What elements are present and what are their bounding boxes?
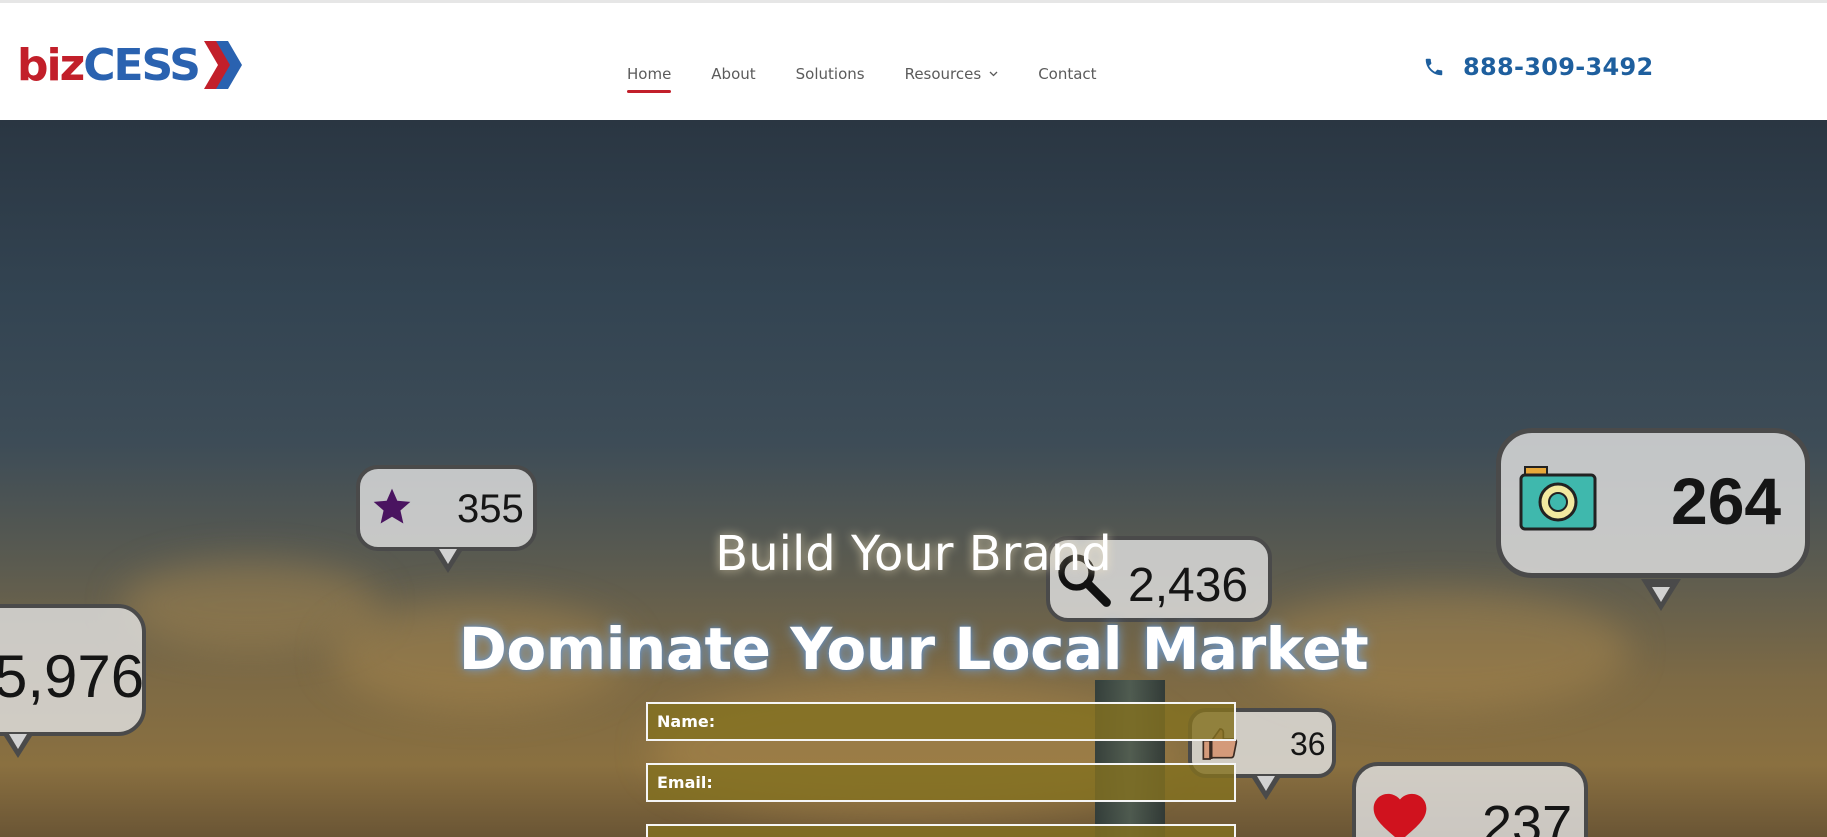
- site-header: biz CESS Home About Solutions Resources …: [0, 3, 1827, 120]
- bubble-tail: [1641, 579, 1681, 611]
- double-chevron-logo-icon: [203, 41, 242, 89]
- nav-label: Solutions: [795, 65, 865, 83]
- star-icon: [373, 488, 411, 524]
- main-nav: Home About Solutions Resources Contact: [627, 65, 1137, 93]
- logo-text-biz: biz: [17, 39, 85, 91]
- nav-item-home[interactable]: Home: [627, 65, 672, 93]
- nav-item-about[interactable]: About: [711, 65, 755, 93]
- heart-count: 237: [1482, 795, 1573, 837]
- site-logo[interactable]: biz CESS: [17, 37, 244, 93]
- hero-title: Dominate Your Local Market: [458, 615, 1369, 683]
- heart-icon: [1373, 793, 1427, 837]
- phone-icon: [1425, 58, 1443, 76]
- phone-link[interactable]: 888-309-3492: [1423, 53, 1654, 81]
- nav-item-contact[interactable]: Contact: [1038, 65, 1096, 93]
- heart-count-bubble: 237: [1352, 762, 1588, 837]
- bubble-tail: [1252, 776, 1280, 800]
- name-field[interactable]: Name:: [646, 702, 1236, 741]
- logo-text-cess: CESS: [83, 39, 201, 91]
- nav-label: Home: [627, 65, 672, 83]
- hero-subtitle: Build Your Brand: [715, 526, 1112, 582]
- camera-icon: [1519, 466, 1597, 531]
- nav-label: Resources: [904, 65, 982, 83]
- email-field-label: Email:: [657, 773, 713, 792]
- phone-number: 888-309-3492: [1463, 53, 1654, 81]
- like-count: 36: [1290, 726, 1326, 762]
- nav-label: Contact: [1038, 65, 1097, 83]
- email-field[interactable]: Email:: [646, 763, 1236, 802]
- nav-item-solutions[interactable]: Solutions: [796, 65, 865, 93]
- bubble-tail: [4, 734, 32, 758]
- name-field-label: Name:: [657, 712, 716, 731]
- nav-label: About: [711, 65, 756, 83]
- chevron-down-icon: [989, 71, 998, 77]
- hero-section: 355 2,436 264 5,976 36 237 Build Your Br…: [0, 120, 1827, 837]
- next-field[interactable]: [646, 824, 1236, 837]
- nav-item-resources[interactable]: Resources: [905, 65, 999, 93]
